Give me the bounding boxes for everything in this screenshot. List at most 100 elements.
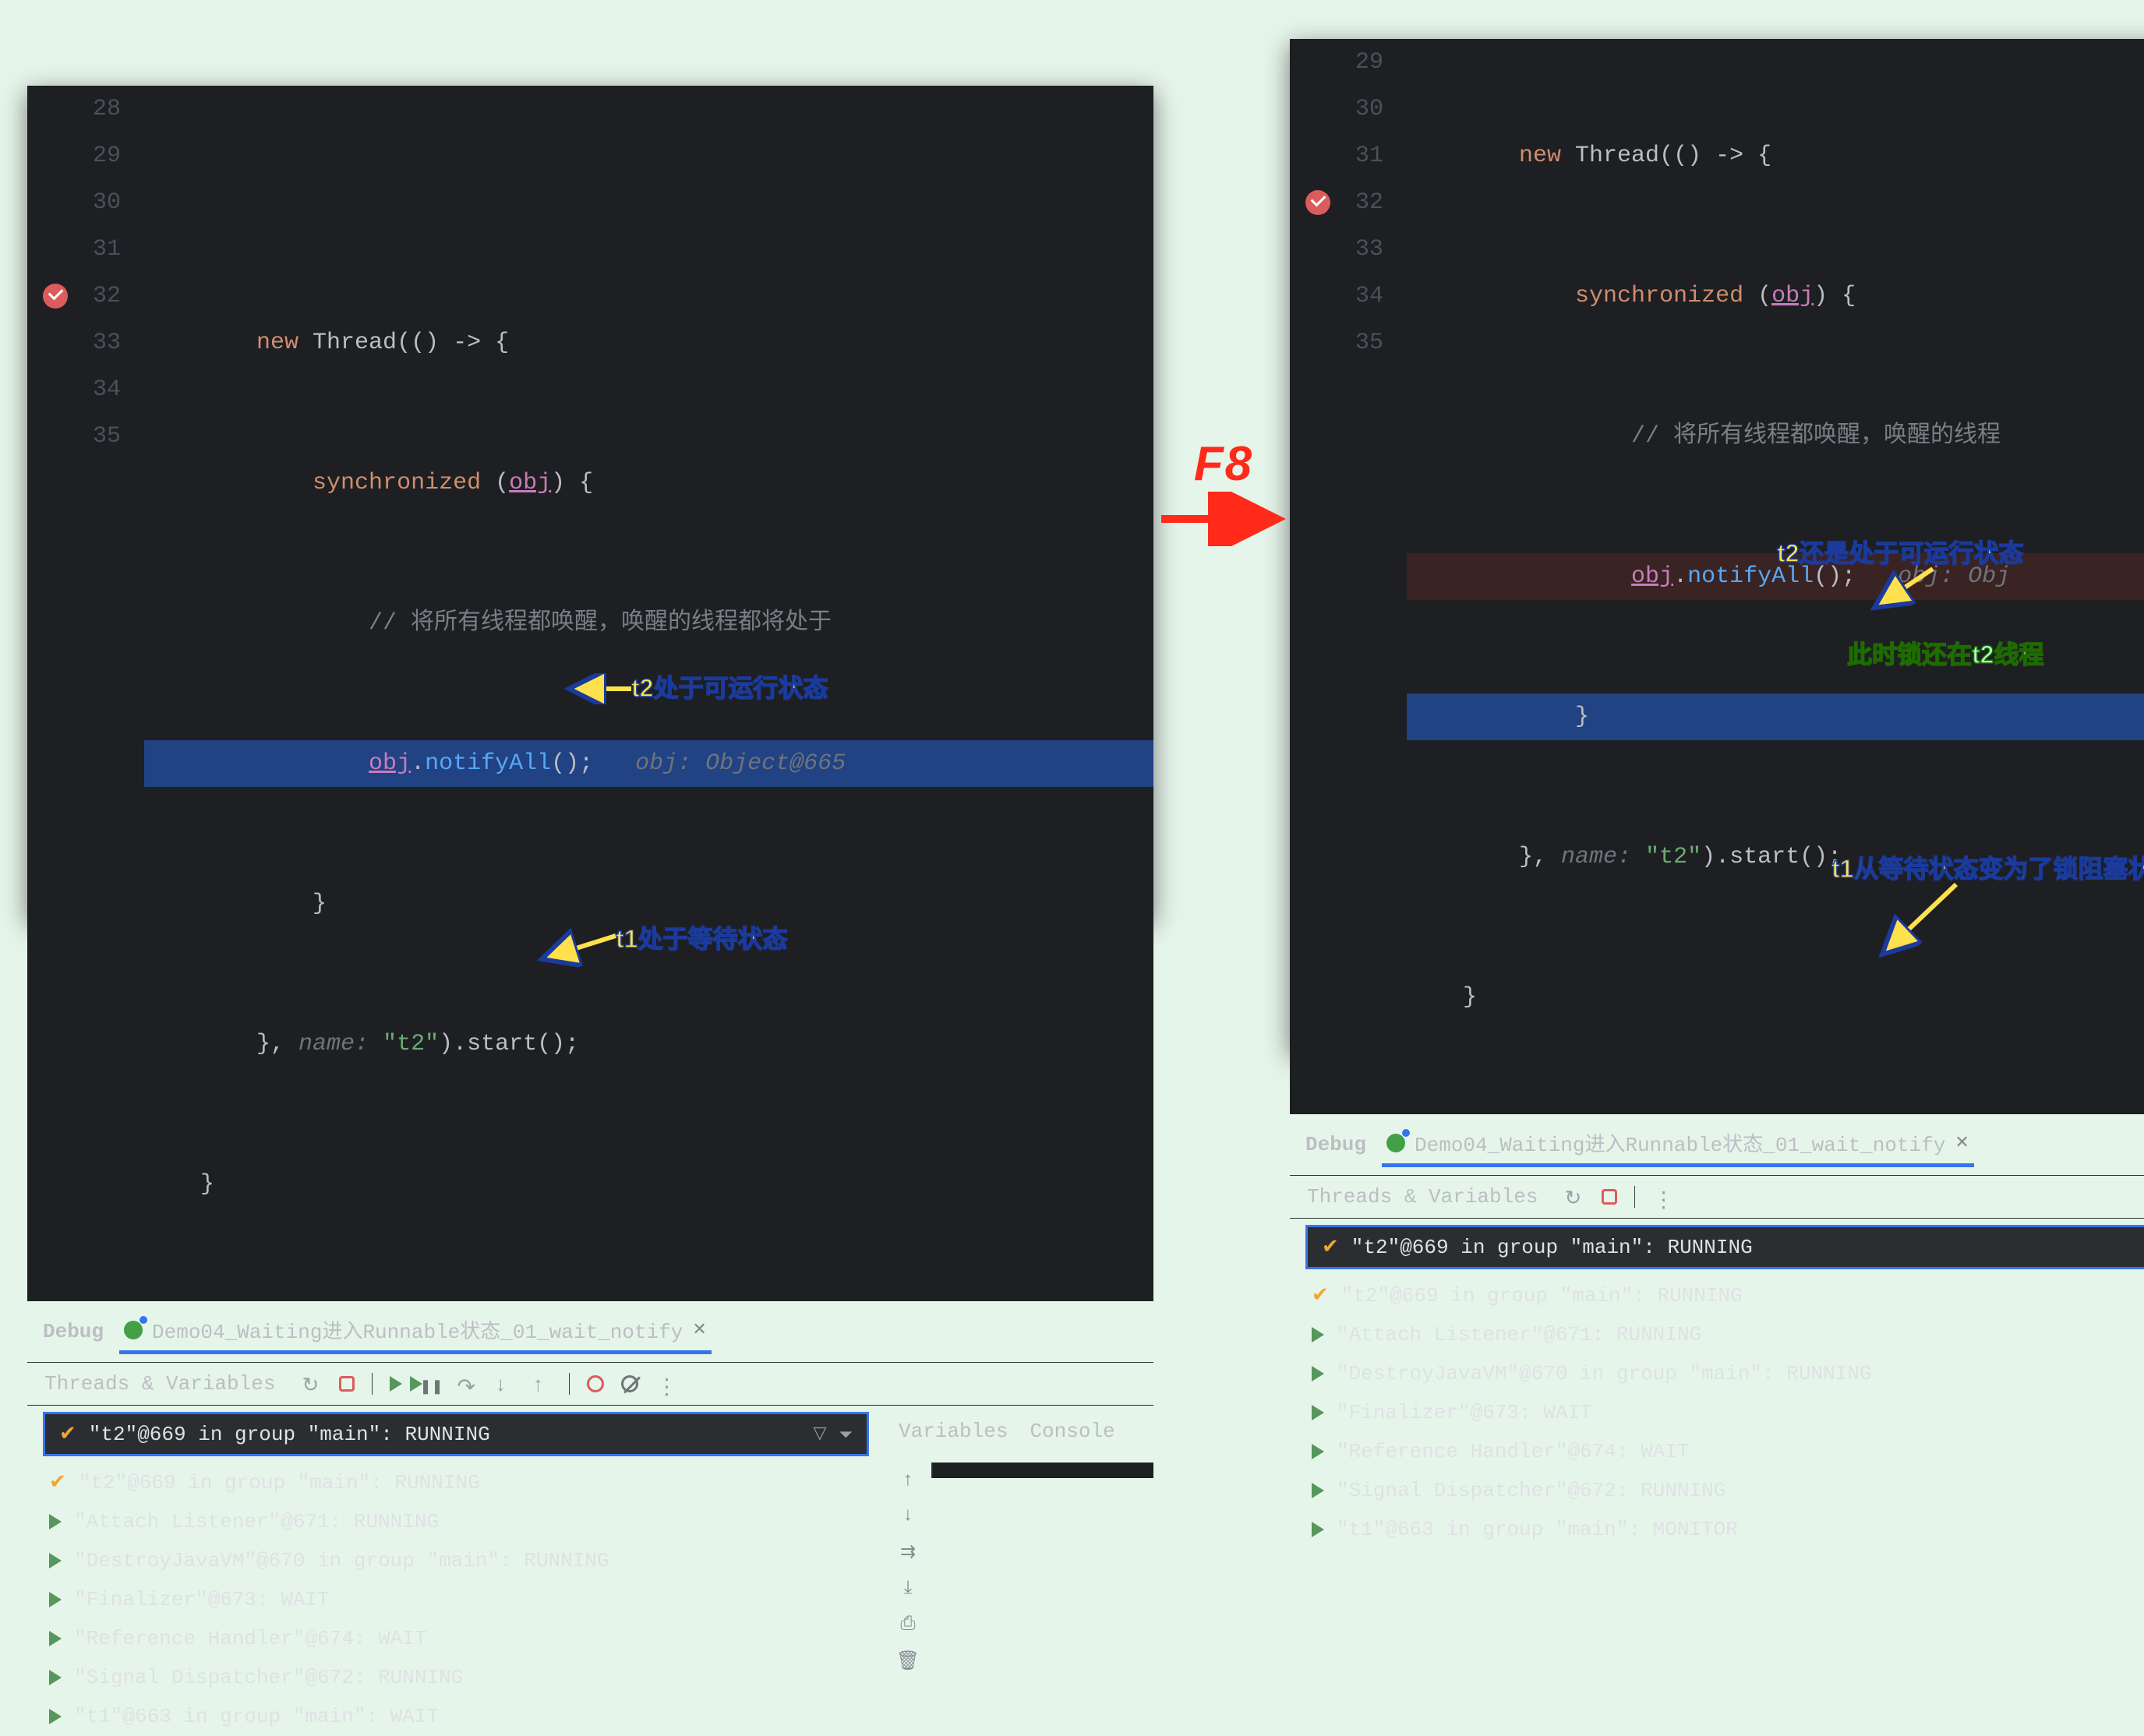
line-num: 30: [27, 179, 121, 226]
suspended-check-icon: [49, 1470, 66, 1494]
refresh-icon[interactable]: [302, 1374, 322, 1394]
thread-row: "t2"@669 in group "main": RUNNING: [1290, 1276, 2144, 1315]
thread-label[interactable]: "Finalizer"@673: WAIT: [74, 1588, 330, 1611]
console-output[interactable]: D:\jdk1.8 Connected t1-before: [931, 1463, 1153, 1478]
running-icon: [49, 1553, 62, 1568]
thread-row: "t2"@669 in group "main": RUNNING: [27, 1463, 885, 1502]
wrap-icon[interactable]: ⇉: [900, 1540, 916, 1564]
more-icon[interactable]: [655, 1374, 676, 1394]
line-num: 32: [27, 273, 121, 319]
kw-sync: synchronized: [1575, 283, 1757, 309]
thread-label[interactable]: "Signal Dispatcher"@672: RUNNING: [1337, 1479, 1725, 1502]
execution-line: }: [1407, 693, 2144, 740]
running-icon: [1312, 1483, 1324, 1498]
print-icon[interactable]: ⎙: [900, 1614, 915, 1635]
step-into-icon[interactable]: [494, 1374, 514, 1394]
mute-breakpoints-icon[interactable]: [621, 1375, 638, 1392]
thread-label[interactable]: "t1"@663 in group "main": WAIT: [74, 1705, 439, 1728]
running-icon: [49, 1670, 62, 1685]
more-icon[interactable]: [1652, 1187, 1672, 1207]
run-config-tab[interactable]: Demo04_Waiting进入Runnable状态_01_wait_notif…: [119, 1309, 712, 1354]
thread-label[interactable]: "t2"@669 in group "main": RUNNING: [1341, 1284, 1743, 1307]
ident-obj: obj: [369, 750, 411, 777]
selected-thread-label: "t2"@669 in group "main": RUNNING: [1351, 1236, 1753, 1259]
line-num: 33: [27, 319, 121, 366]
thread-label[interactable]: "Reference Handler"@674: WAIT: [74, 1627, 426, 1650]
stop-icon[interactable]: [1602, 1189, 1617, 1205]
up-icon[interactable]: ↑: [902, 1470, 913, 1491]
run-config-tab[interactable]: Demo04_Waiting进入Runnable状态_01_wait_notif…: [1382, 1122, 1974, 1167]
thread-row: "Signal Dispatcher"@672: RUNNING: [27, 1658, 885, 1697]
separator: [372, 1373, 373, 1395]
code-text: }: [1575, 704, 1589, 730]
transition-arrow: F8: [1153, 436, 1294, 546]
running-icon: [1312, 1444, 1324, 1459]
thread-label[interactable]: "t1"@663 in group "main": MONITOR: [1337, 1518, 1738, 1541]
thread-selector[interactable]: "t2"@669 in group "main": RUNNING: [1305, 1225, 2144, 1269]
f8-label: F8: [1153, 436, 1294, 492]
code-editor[interactable]: 28 29 30 31 32 33 34 35 new Thread(() ->…: [27, 86, 1153, 1301]
step-out-icon[interactable]: [532, 1374, 552, 1394]
inline-hint: obj: Object@665: [635, 750, 846, 777]
ident-obj: obj: [1631, 563, 1673, 590]
thread-label[interactable]: "Finalizer"@673: WAIT: [1337, 1401, 1592, 1424]
gutter: 28 29 30 31 32 33 34 35: [27, 86, 144, 1301]
ident-obj: obj: [509, 470, 551, 496]
code-text: ).start();: [1701, 844, 1842, 870]
resume-icon[interactable]: [390, 1376, 402, 1392]
code-editor[interactable]: 29 30 31 32 33 34 35 new Thread(() -> { …: [1290, 39, 2144, 1114]
suspended-check-icon: [1312, 1283, 1329, 1307]
annotation: 此时锁还在t2线程: [1847, 635, 2043, 671]
breakpoint-icon[interactable]: [1305, 190, 1330, 215]
thread-label[interactable]: "Reference Handler"@674: WAIT: [1337, 1440, 1689, 1463]
debug-title: Debug: [43, 1320, 104, 1343]
close-icon[interactable]: ✕: [1955, 1133, 1969, 1153]
line-num: 32: [1290, 179, 1383, 226]
line-num: 34: [1290, 273, 1383, 319]
running-icon: [1312, 1522, 1324, 1537]
code-text: ) {: [551, 470, 593, 496]
comment: // 将所有线程都唤醒，唤醒的线程都将处于: [369, 610, 832, 637]
line-num: 30: [1290, 86, 1383, 132]
close-icon[interactable]: ✕: [692, 1320, 706, 1340]
chevron-down-icon[interactable]: [839, 1423, 853, 1446]
type-thread: Thread: [313, 330, 397, 356]
code-text: }: [1463, 984, 1477, 1011]
string: "t2": [383, 1031, 439, 1057]
refresh-icon[interactable]: [1564, 1187, 1584, 1207]
stop-icon[interactable]: [339, 1376, 355, 1392]
scroll-end-icon[interactable]: ⤓: [904, 1578, 913, 1600]
suspended-check-icon: [1322, 1235, 1339, 1259]
code-text: ();: [551, 750, 635, 777]
line-num: 29: [1290, 39, 1383, 86]
kw-sync: synchronized: [313, 470, 495, 496]
filter-icon[interactable]: [813, 1423, 826, 1446]
annotation: t1从等待状态变为了锁阻塞状态: [1831, 849, 2144, 885]
thread-row: "Attach Listener"@671: RUNNING: [1290, 1315, 2144, 1354]
string: "t2": [1645, 844, 1701, 870]
tab-console[interactable]: Console: [1030, 1420, 1114, 1443]
execution-line: obj.notifyAll(); obj: Object@665: [144, 740, 1153, 787]
thread-row: "Finalizer"@673: WAIT: [27, 1580, 885, 1619]
pause-icon[interactable]: [419, 1374, 440, 1394]
code-text: [369, 1031, 383, 1057]
thread-label[interactable]: "Attach Listener"@671: RUNNING: [74, 1510, 439, 1533]
code-area[interactable]: new Thread(() -> { synchronized (obj) { …: [1407, 39, 2144, 1114]
thread-label[interactable]: "DestroyJavaVM"@670 in group "main": RUN…: [74, 1549, 609, 1572]
thread-row: "Finalizer"@673: WAIT: [1290, 1393, 2144, 1432]
breakpoint-icon[interactable]: [43, 284, 68, 309]
step-over-icon[interactable]: [457, 1374, 477, 1394]
thread-label[interactable]: "t2"@669 in group "main": RUNNING: [79, 1471, 480, 1494]
thread-label[interactable]: "Signal Dispatcher"@672: RUNNING: [74, 1666, 463, 1689]
thread-label[interactable]: "Attach Listener"@671: RUNNING: [1337, 1323, 1701, 1346]
code-text: ) {: [1814, 283, 1856, 309]
thread-label[interactable]: "DestroyJavaVM"@670 in group "main": RUN…: [1337, 1362, 1872, 1385]
trash-icon[interactable]: 🗑: [896, 1650, 920, 1673]
run-config-label: Demo04_Waiting进入Runnable状态_01_wait_notif…: [1415, 1128, 1945, 1157]
code-text: ).start();: [439, 1031, 579, 1057]
thread-selector[interactable]: "t2"@669 in group "main": RUNNING: [43, 1412, 869, 1456]
tab-variables[interactable]: Variables: [899, 1420, 1008, 1443]
down-icon[interactable]: ↓: [902, 1505, 913, 1526]
view-breakpoints-icon[interactable]: [587, 1375, 604, 1392]
thread-row: "DestroyJavaVM"@670 in group "main": RUN…: [27, 1541, 885, 1580]
